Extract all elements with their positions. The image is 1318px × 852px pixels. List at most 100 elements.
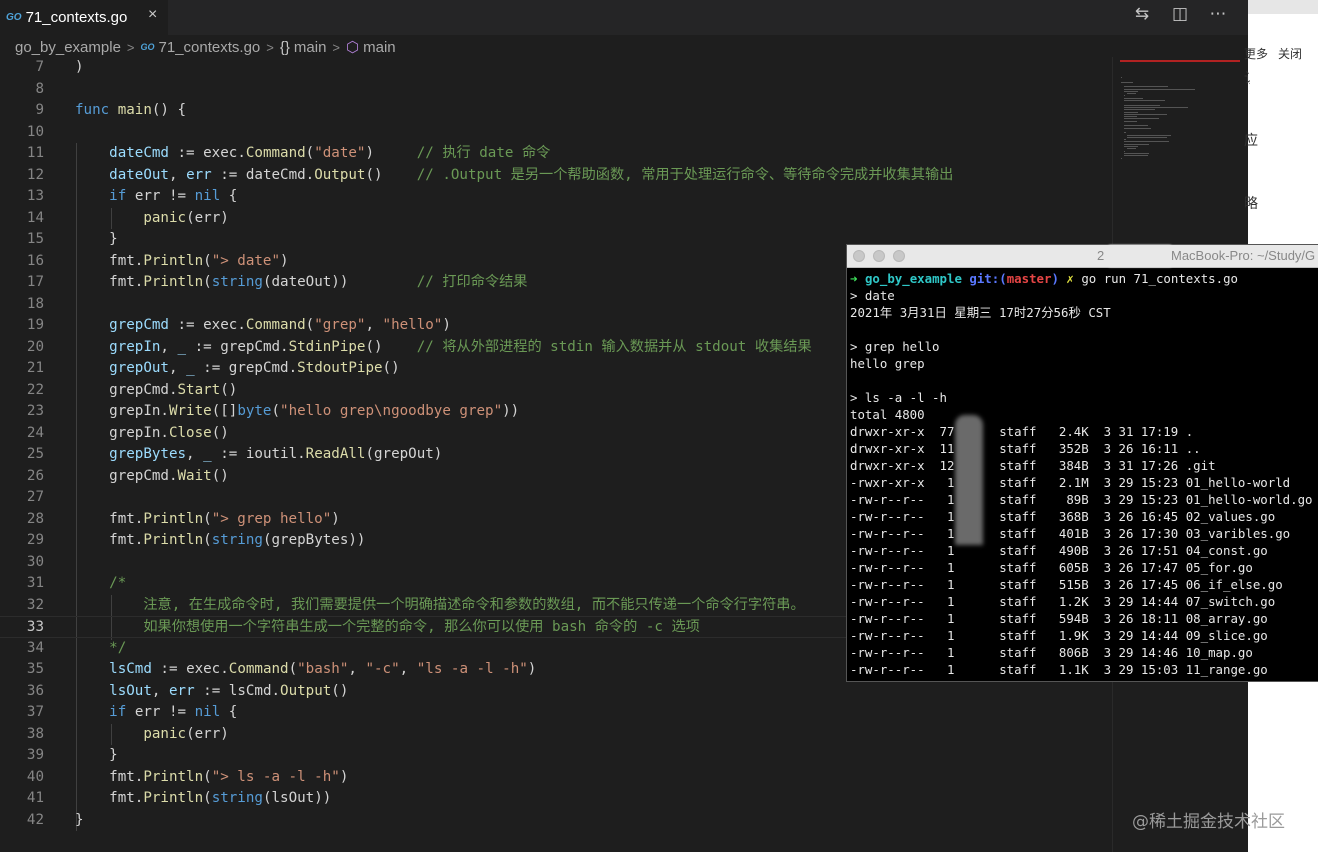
line-number: 35	[26, 661, 44, 677]
minimap-line	[1127, 136, 1167, 138]
minimap-highlight	[1120, 60, 1240, 62]
minimap-line	[1124, 106, 1189, 108]
prompt-branch: master	[1006, 271, 1052, 286]
watermark: @稀土掘金技术社区	[1132, 812, 1285, 832]
minimap-line	[1124, 116, 1137, 118]
breadcrumb-symbol[interactable]: main	[363, 39, 396, 56]
prompt-git: git:(	[969, 271, 1007, 286]
editor-actions: ⇆ ◫ ⋯	[1132, 4, 1228, 24]
minimap-line	[1124, 132, 1126, 134]
line-number: 28	[26, 510, 44, 527]
chevron-right-icon: >	[332, 39, 341, 55]
code-text: grepBytes, _ := ioutil.ReadAll(grepOut)	[109, 446, 443, 462]
code-text: grepOut, _ := grepCmd.StdoutPipe()	[109, 360, 400, 376]
breadcrumb-file[interactable]: 71_contexts.go	[159, 39, 261, 56]
code-text: grepIn.Write([]byte("hello grep\ngoodbye…	[109, 403, 520, 419]
braces-icon: {}	[279, 38, 290, 56]
line-number: 9	[35, 102, 44, 118]
close-icon[interactable]: ×	[148, 6, 157, 24]
line-number: 16	[26, 252, 44, 269]
terminal-line: -rw-r--r-- 1 staff 401B 3 26 17:30 03_va…	[850, 526, 1291, 541]
terminal-line: -rw-r--r-- 1 staff 594B 3 26 18:11 08_ar…	[850, 611, 1268, 626]
terminal-titlebar[interactable]: 2 MacBook-Pro: ~/Study/G	[847, 245, 1318, 268]
terminal-line: drwxr-xr-x 11 staff 352B 3 26 16:11 ..	[850, 441, 1201, 456]
minimap-line	[1121, 81, 1133, 83]
tab-71-contexts-go[interactable]: GO 71_contexts.go ×	[0, 0, 168, 35]
line-number: 33	[26, 619, 44, 635]
terminal-output: ➜ go_by_example git:(master) ✗ go run 71…	[850, 270, 1313, 678]
minimap-line	[1124, 143, 1150, 145]
code-text: lsCmd := exec.Command("bash", "-c", "ls …	[109, 661, 537, 677]
code-text: if err != nil {	[109, 704, 238, 720]
minimap-line	[1121, 77, 1122, 78]
minimize-window-button[interactable]	[873, 250, 885, 262]
minimap-line	[1124, 111, 1138, 113]
code-line[interactable]: 7)	[0, 57, 1112, 79]
code-line[interactable]: 42}	[0, 810, 1112, 832]
tab-title: 71_contexts.go	[25, 9, 128, 26]
close-link[interactable]: 关闭	[1278, 45, 1302, 62]
code-text: dateOut, err := dateCmd.Output() // .Out…	[109, 166, 954, 183]
line-number: 8	[35, 80, 44, 97]
code-text: fmt.Println("> grep hello")	[109, 510, 340, 527]
close-window-button[interactable]	[853, 250, 865, 262]
line-number: 24	[26, 424, 44, 441]
code-text: fmt.Println("> ls -a -l -h")	[109, 768, 349, 785]
line-number: 39	[26, 747, 44, 763]
line-number: 36	[26, 682, 44, 699]
line-number: 29	[26, 532, 44, 548]
code-line[interactable]: 41 fmt.Println(string(lsOut))	[0, 788, 1112, 810]
breadcrumb-folder[interactable]: go_by_example	[15, 39, 121, 56]
minimap-line	[1124, 150, 1126, 152]
breadcrumb: go_by_example > GO 71_contexts.go > {} m…	[0, 35, 1248, 59]
open-changes-icon[interactable]: ⇆	[1132, 4, 1152, 24]
code-line[interactable]: 36 lsOut, err := lsCmd.Output()	[0, 681, 1112, 703]
code-text: panic(err)	[143, 209, 229, 226]
minimap-line	[1124, 95, 1126, 97]
code-line[interactable]: 11 dateCmd := exec.Command("date") // 执行…	[0, 143, 1112, 165]
code-line[interactable]: 13 if err != nil {	[0, 186, 1112, 208]
line-number: 14	[26, 209, 44, 226]
minimap-line	[1124, 125, 1149, 127]
code-line[interactable]: 38 panic(err)	[0, 724, 1112, 746]
partial-glyph: 略	[1244, 196, 1258, 212]
line-number: 38	[26, 725, 44, 742]
code-line[interactable]: 40 fmt.Println("> ls -a -l -h")	[0, 767, 1112, 789]
line-number: 20	[26, 338, 44, 355]
code-line[interactable]: 39 }	[0, 745, 1112, 767]
code-line[interactable]: 10	[0, 122, 1112, 144]
partial-glyph: 认	[1244, 68, 1250, 88]
code-line[interactable]: 9 func main() {	[0, 100, 1112, 122]
split-editor-icon[interactable]: ◫	[1170, 4, 1190, 24]
terminal-line: > date	[850, 288, 895, 303]
terminal-line: > grep hello	[850, 339, 940, 354]
line-number: 11	[26, 145, 44, 161]
minimap-line	[1124, 127, 1152, 129]
zoom-window-button[interactable]	[893, 250, 905, 262]
code-line[interactable]: 37 if err != nil {	[0, 702, 1112, 724]
prompt-git-close: )	[1051, 271, 1059, 286]
code-line[interactable]: 12 dateOut, err := dateCmd.Output() // .…	[0, 165, 1112, 187]
line-number: 15	[26, 231, 44, 247]
line-number: 7	[35, 59, 44, 75]
more-actions-icon[interactable]: ⋯	[1208, 4, 1228, 24]
minimap-line	[1124, 97, 1144, 99]
line-number: 21	[26, 360, 44, 376]
minimap-line	[1124, 104, 1161, 106]
prompt-arrow-icon: ➜	[850, 271, 858, 286]
code-line[interactable]: 8	[0, 79, 1112, 101]
redacted-owner	[955, 415, 983, 545]
terminal-window[interactable]: 2 MacBook-Pro: ~/Study/G ➜ go_by_example…	[846, 244, 1318, 682]
breadcrumb-scope[interactable]: main	[294, 39, 327, 56]
more-link[interactable]: 更多	[1244, 45, 1268, 62]
minimap-line	[1124, 155, 1148, 157]
code-text: lsOut, err := lsCmd.Output()	[109, 682, 349, 699]
minimap-line	[1124, 120, 1137, 122]
line-number: 19	[26, 317, 44, 333]
minimap-line	[1127, 148, 1137, 150]
code-line[interactable]: 14 panic(err)	[0, 208, 1112, 230]
code-text: grepCmd := exec.Command("grep", "hello")	[109, 317, 451, 333]
line-number: 31	[26, 575, 44, 591]
terminal-line: -rw-r--r-- 1 staff 1.1K 3 29 15:03 11_ra…	[850, 662, 1268, 677]
